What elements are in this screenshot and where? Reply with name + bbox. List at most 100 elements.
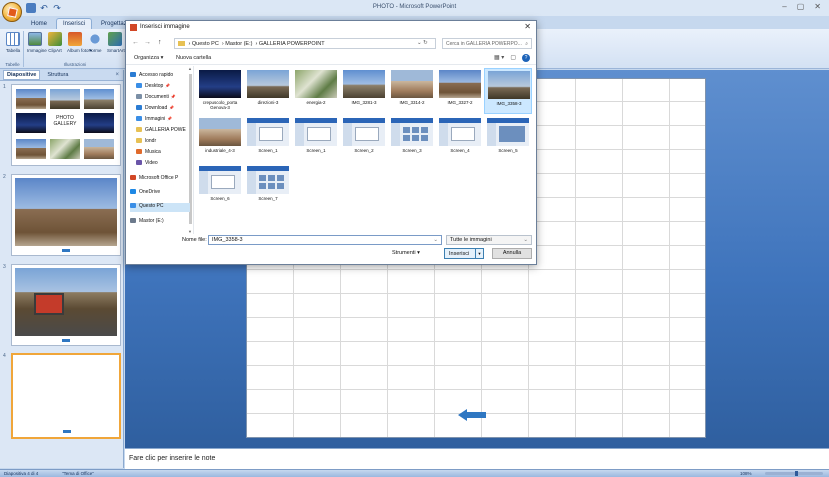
nav-item-6[interactable]: londr (130, 138, 190, 147)
nav-item-label: Documenti (145, 94, 169, 100)
slide-number: 2 (3, 174, 6, 180)
insert-dropdown-icon[interactable]: ▼ (475, 249, 483, 258)
organize-button[interactable]: Organizza ▾ (134, 55, 163, 61)
filename-value: IMG_3358-3 (212, 237, 243, 243)
breadcrumb-item[interactable]: GALLERIA POWERPOINT (259, 41, 325, 47)
close-pane-icon[interactable]: × (115, 72, 119, 78)
image-button[interactable]: Immagine (27, 32, 47, 53)
file-type-select[interactable]: Tutte le immagini ⌄ (446, 235, 532, 245)
file-item[interactable]: Screen_3 (388, 116, 436, 162)
file-item[interactable]: crepuscolo_porta Genova-3 (196, 68, 244, 114)
nav-item-label: Questo PC (139, 203, 164, 209)
file-item[interactable]: Screen_5 (484, 116, 532, 162)
pin-icon[interactable]: 📌 (167, 116, 172, 121)
slide-number: 3 (3, 264, 6, 270)
theme-name: "Tema di Office" (62, 471, 94, 476)
maximize-button[interactable]: ▢ (797, 2, 805, 11)
tools-button[interactable]: Strumenti ▾ (392, 250, 420, 256)
zoom-slider-knob[interactable] (794, 471, 798, 476)
search-input[interactable]: Cerca in GALLERIA POWERPO... ⌕ (442, 38, 532, 49)
office-button[interactable] (2, 2, 22, 22)
minimize-button[interactable]: – (782, 2, 786, 11)
file-item[interactable]: Screen_6 (196, 164, 244, 210)
chevron-down-icon[interactable]: ⌄ (433, 237, 438, 243)
dialog-close-button[interactable]: ✕ (524, 22, 531, 31)
file-thumbnail (391, 118, 433, 146)
breadcrumb-item[interactable]: Mastor (E:) (225, 41, 252, 47)
file-thumbnail (247, 70, 289, 98)
table-button[interactable]: Tabella (5, 32, 21, 53)
smartart-icon (108, 32, 122, 46)
file-item[interactable]: Screen_1 (292, 116, 340, 162)
smartart-button[interactable]: SmartArt (107, 32, 125, 53)
star-icon (130, 72, 136, 77)
shapes-button[interactable]: Forme (87, 32, 103, 53)
nav-item-5[interactable]: GALLERIA POWE (130, 127, 190, 136)
tab-diapositive[interactable]: Diapositive (3, 70, 41, 80)
back-arrow-icon[interactable] (458, 409, 486, 421)
photo-album-button[interactable]: Album foto ▾ (67, 32, 92, 54)
cancel-button[interactable]: Annulla (492, 248, 532, 259)
insert-button[interactable]: Inserisci ▼ (444, 248, 484, 259)
file-item[interactable]: IMG_3327-2 (436, 68, 484, 114)
zoom-slider[interactable] (765, 471, 823, 476)
nav-item-9[interactable]: Microsoft Office P (130, 175, 190, 184)
address-bar[interactable]: › Questo PC › Mastor (E:) › GALLERIA POW… (174, 38, 436, 49)
help-icon[interactable]: ? (522, 54, 530, 62)
nav-item-3[interactable]: Download 📌 (130, 105, 190, 114)
red-container (34, 293, 64, 315)
slide-thumbnail-4[interactable]: 4 (3, 353, 121, 439)
nav-item-label: Download (145, 105, 168, 111)
new-folder-button[interactable]: Nuova cartella (176, 55, 211, 61)
file-item[interactable]: IMG_3314-2 (388, 68, 436, 114)
folder-icon (136, 127, 142, 132)
file-item[interactable]: Screen_1 (244, 116, 292, 162)
photo (84, 139, 114, 159)
file-item[interactable]: Screen_2 (340, 116, 388, 162)
up-icon[interactable]: ↑ (158, 39, 162, 46)
nav-item-4[interactable]: Immagini 📌 (130, 116, 190, 125)
close-window-button[interactable]: ✕ (814, 2, 821, 11)
pin-icon[interactable]: 📌 (171, 94, 176, 99)
slide-thumbnail-3[interactable]: 3 (3, 264, 121, 346)
zoom-level[interactable]: 108% (740, 471, 752, 476)
nav-item-11[interactable]: Questo PC (130, 203, 190, 212)
view-mode-icon[interactable]: ▦ ▾ (494, 54, 504, 62)
file-item[interactable]: Screen_7 (244, 164, 292, 210)
scroll-down-icon[interactable]: ▼ (188, 229, 192, 234)
file-thumbnail (247, 118, 289, 146)
nav-item-2[interactable]: Documenti 📌 (130, 94, 190, 103)
pin-icon[interactable]: 📌 (165, 83, 170, 88)
preview-pane-icon[interactable]: ▢ (510, 54, 516, 62)
pin-icon[interactable]: 📌 (169, 105, 174, 110)
file-name: Screen_6 (210, 196, 230, 201)
nav-item-1[interactable]: Desktop 📌 (130, 83, 190, 92)
file-item[interactable]: IMG_3281-3 (340, 68, 388, 114)
breadcrumb-item[interactable]: Questo PC (192, 41, 219, 47)
nav-item-7[interactable]: Musica (130, 149, 190, 158)
nav-item-10[interactable]: OneDrive (130, 189, 190, 198)
file-thumbnail (343, 118, 385, 146)
tab-struttura[interactable]: Struttura (43, 70, 72, 80)
nav-item-label: Desktop (145, 83, 164, 89)
file-item[interactable]: IMG_3358-3 (484, 68, 532, 114)
slide-thumbnail-2[interactable]: 2 (3, 174, 121, 256)
filename-input[interactable]: IMG_3358-3 ⌄ (208, 235, 442, 245)
notes-pane[interactable]: Fare clic per inserire le note (125, 448, 829, 469)
file-name: Screen_5 (498, 148, 518, 153)
file-item[interactable]: direzioni-3 (244, 68, 292, 114)
dialog-toolbar: Organizza ▾ Nuova cartella ▦ ▾ ▢ ? (126, 53, 536, 65)
file-item[interactable]: Screen_4 (436, 116, 484, 162)
forward-icon[interactable]: → (144, 39, 151, 46)
refresh-icon[interactable]: ⌄ ↻ (417, 40, 428, 46)
file-item[interactable]: industriale_4-3 (196, 116, 244, 162)
nav-item-12[interactable]: Mastor (E:) (130, 218, 190, 227)
file-thumbnail (199, 166, 241, 194)
slide-thumbnail-1[interactable]: 1 PHOTO GALLERY (3, 84, 121, 166)
back-icon[interactable]: ← (132, 39, 139, 46)
nav-item-8[interactable]: Video (130, 160, 190, 169)
scroll-up-icon[interactable]: ▲ (188, 66, 192, 71)
file-item[interactable]: energia-2 (292, 68, 340, 114)
clipart-button[interactable]: ClipArt (47, 32, 63, 53)
nav-item-0[interactable]: Accesso rapido (130, 72, 190, 81)
